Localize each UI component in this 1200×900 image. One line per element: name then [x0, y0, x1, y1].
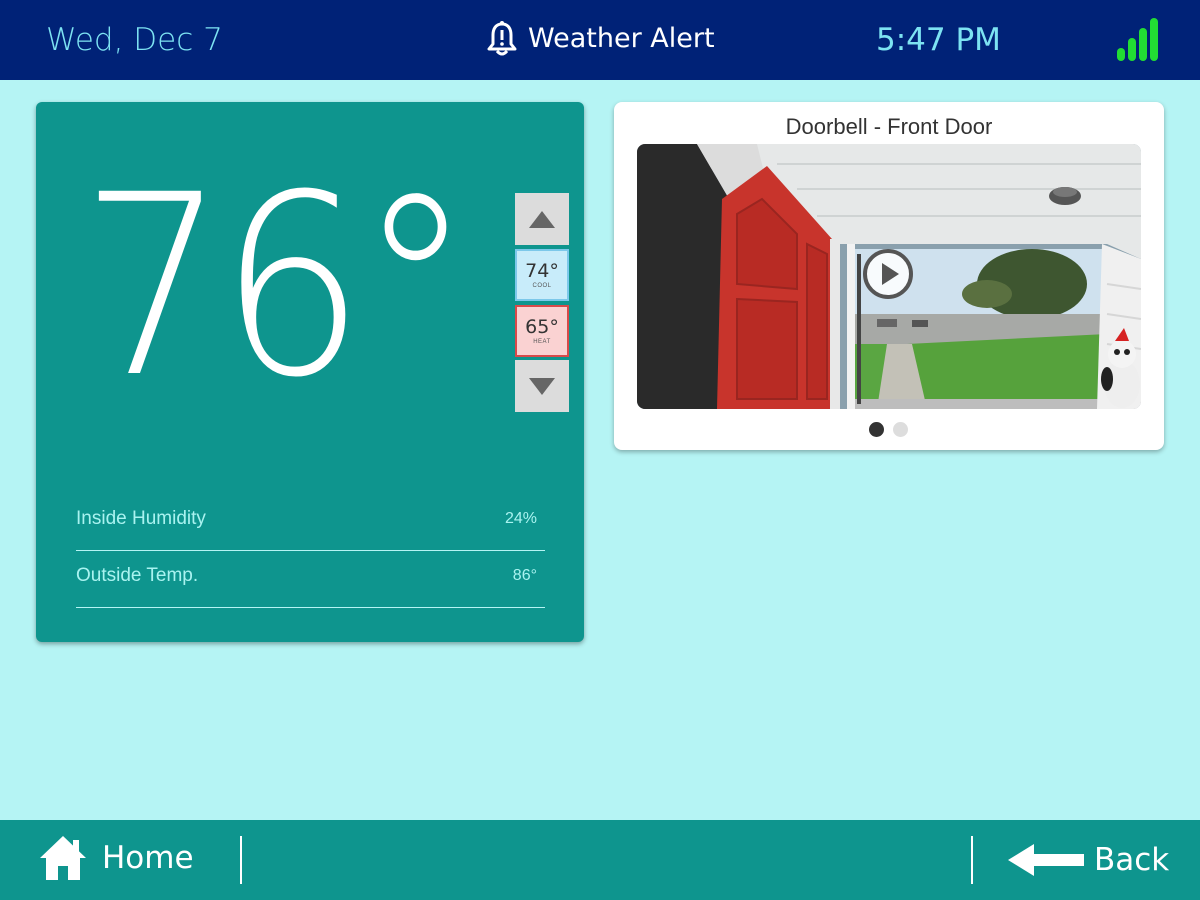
play-icon [882, 263, 899, 285]
bottom-nav-bar: Home Back [0, 820, 1200, 900]
current-temperature: 76° [80, 141, 473, 432]
stat-row-outside-temp: Outside Temp. 86° [76, 557, 545, 608]
signal-strength-icon [1117, 18, 1159, 61]
heat-mode-label: HEAT [533, 338, 551, 345]
time-display: 5:47 PM [876, 22, 1001, 58]
weather-alert-button[interactable]: Weather Alert [486, 20, 715, 56]
cool-mode-label: COOL [532, 282, 552, 289]
doorbell-title: Doorbell - Front Door [785, 114, 993, 139]
doorbell-camera-feed[interactable] [637, 144, 1141, 409]
stat-value: 24% [504, 510, 537, 527]
cool-setpoint-value: 74° [525, 259, 559, 282]
bell-alert-icon [487, 21, 517, 56]
arrow-up-icon [529, 210, 555, 228]
back-button[interactable]: Back [1008, 842, 1169, 878]
nav-divider [971, 836, 973, 884]
carousel-pagination [869, 422, 908, 437]
stat-label: Inside Humidity [76, 508, 206, 529]
doorbell-card: Doorbell - Front Door [614, 102, 1164, 450]
pagination-dot-1[interactable] [869, 422, 884, 437]
nav-divider [240, 836, 242, 884]
stat-label: Outside Temp. [76, 565, 199, 586]
temp-down-button[interactable] [515, 360, 569, 412]
home-icon [40, 836, 86, 880]
pagination-dot-2[interactable] [893, 422, 908, 437]
heat-setpoint-value: 65° [525, 315, 559, 338]
date-display: Wed, Dec 7 [46, 22, 223, 58]
stat-value: 86° [512, 567, 537, 584]
home-label: Home [102, 840, 194, 876]
arrow-down-icon [529, 377, 555, 395]
status-bar: Wed, Dec 7 Weather Alert 5:47 PM [0, 0, 1200, 80]
stat-row-inside-humidity: Inside Humidity 24% [76, 500, 545, 551]
play-video-button[interactable] [863, 249, 913, 299]
heat-setpoint-button[interactable]: 65° HEAT [515, 305, 569, 357]
cool-setpoint-button[interactable]: 74° COOL [515, 249, 569, 301]
back-label: Back [1094, 842, 1170, 878]
home-button[interactable]: Home [38, 834, 194, 882]
weather-alert-label: Weather Alert [528, 22, 715, 54]
arrow-left-icon [1008, 844, 1084, 876]
thermostat-card: 76° 74° COOL 65° HEAT Inside Humidity 24… [36, 102, 584, 642]
temp-up-button[interactable] [515, 193, 569, 245]
